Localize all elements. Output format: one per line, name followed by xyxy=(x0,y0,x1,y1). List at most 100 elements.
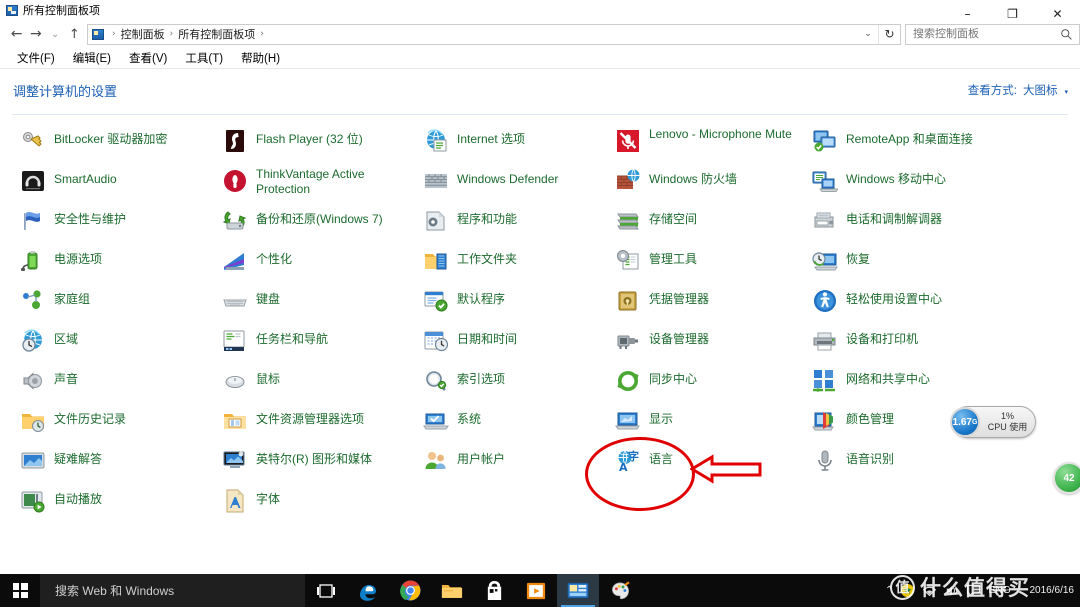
movies-tv-icon[interactable] xyxy=(515,574,557,607)
control-panel-item[interactable]: 备份和还原(Windows 7) xyxy=(222,207,418,245)
control-panel-item[interactable]: ThinkVantage Active Protection xyxy=(222,167,418,205)
control-panel-icon xyxy=(6,4,18,16)
action-center-icon[interactable] xyxy=(966,583,981,598)
view-by-control[interactable]: 查看方式: 大图标 ▾ xyxy=(968,82,1068,98)
control-panel-item[interactable]: 英特尔(R) 图形和媒体 xyxy=(222,447,418,485)
speech-recognition-icon xyxy=(812,448,838,474)
region-clock-globe-icon xyxy=(20,328,46,354)
control-panel-item-label: 轻松使用设置中心 xyxy=(846,292,943,306)
control-panel-item[interactable]: 用户帐户 xyxy=(423,447,619,485)
thinkvantage-icon xyxy=(222,168,248,194)
power-options-icon xyxy=(20,248,46,274)
control-panel-item-label: 字体 xyxy=(256,492,281,506)
control-panel-item[interactable]: 默认程序 xyxy=(423,287,619,325)
control-panel-item[interactable]: Windows 防火墙 xyxy=(615,167,811,205)
start-button[interactable] xyxy=(0,574,40,607)
control-panel-item[interactable]: RemoteApp 和桌面连接 xyxy=(812,127,1008,165)
control-panel-item[interactable]: Lenovo - Microphone Mute xyxy=(615,127,811,165)
input-language-indicator[interactable]: ENG xyxy=(988,585,1011,596)
breadcrumb-item-0[interactable]: 控制面板 xyxy=(121,26,165,42)
control-panel-item[interactable]: 网络和共享中心 xyxy=(812,367,1008,405)
control-panel-item[interactable]: 日期和时间 xyxy=(423,327,619,365)
control-panel-item-label: ThinkVantage Active Protection xyxy=(256,167,365,196)
back-icon[interactable]: ← xyxy=(7,23,26,45)
system-icon xyxy=(423,408,449,434)
control-panel-item[interactable]: 索引选项 xyxy=(423,367,619,405)
control-panel-item[interactable]: 鼠标 xyxy=(222,367,418,405)
menu-help[interactable]: 帮助(H) xyxy=(232,48,289,68)
refresh-icon[interactable]: ↻ xyxy=(878,24,900,44)
up-icon[interactable]: ↑ xyxy=(65,23,84,45)
chevron-down-icon[interactable]: ▾ xyxy=(1064,88,1068,96)
control-panel-item[interactable]: 电源选项 xyxy=(20,247,216,285)
control-panel-item[interactable]: 区域 xyxy=(20,327,216,365)
memory-value: 1.67 xyxy=(952,416,972,428)
file-explorer-options-icon xyxy=(222,408,248,434)
control-panel-item[interactable]: 电话和调制解调器 xyxy=(812,207,1008,245)
control-panel-item[interactable]: 疑难解答 xyxy=(20,447,216,485)
control-panel-item[interactable]: 轻松使用设置中心 xyxy=(812,287,1008,325)
edge-icon[interactable] xyxy=(347,574,389,607)
control-panel-item[interactable]: 键盘 xyxy=(222,287,418,325)
control-panel-item[interactable]: 声音 xyxy=(20,367,216,405)
control-panel-item[interactable]: 个性化 xyxy=(222,247,418,285)
control-panel-item[interactable]: 语音识别 xyxy=(812,447,1008,485)
address-bar[interactable]: › 控制面板 › 所有控制面板项 › ⌄ ↻ xyxy=(87,23,901,45)
control-panel-item[interactable]: 安全性与维护 xyxy=(20,207,216,245)
control-panel-item[interactable]: 显示 xyxy=(615,407,811,445)
menu-view[interactable]: 查看(V) xyxy=(120,48,176,68)
control-panel-item[interactable]: 设备管理器 xyxy=(615,327,811,365)
taskbar-search-box[interactable]: 搜索 Web 和 Windows xyxy=(40,574,305,607)
control-panel-item[interactable]: Flash Player (32 位) xyxy=(222,127,418,165)
control-panel-item[interactable]: 工作文件夹 xyxy=(423,247,619,285)
control-panel-item-label: 索引选项 xyxy=(457,372,506,386)
control-panel-item[interactable]: 程序和功能 xyxy=(423,207,619,245)
control-panel-item[interactable]: 文件历史记录 xyxy=(20,407,216,445)
clock-date[interactable]: 2016/6/16 xyxy=(1018,585,1075,597)
volume-icon[interactable] xyxy=(944,583,959,598)
control-panel-item[interactable]: 设备和打印机 xyxy=(812,327,1008,365)
control-panel-item[interactable]: 文件资源管理器选项 xyxy=(222,407,418,445)
forward-icon[interactable]: → xyxy=(26,23,45,45)
cpu-monitor-widget[interactable]: 1.67 G 1% CPU 使用 xyxy=(950,406,1036,438)
control-panel-window: 所有控制面板项 – ❐ ✕ ← → ⌄ ↑ › 控制面板 › 所有控制面板项 ›… xyxy=(0,0,1080,607)
show-hidden-icons-icon[interactable]: ⌃ xyxy=(885,585,893,596)
address-dropdown-icon[interactable]: ⌄ xyxy=(858,25,878,44)
control-panel-item[interactable]: SmartAudio xyxy=(20,167,216,205)
taskbar-control-panel-icon[interactable] xyxy=(557,574,599,607)
control-panel-item[interactable]: 自动播放 xyxy=(20,487,216,525)
control-panel-item[interactable]: 任务栏和导航 xyxy=(222,327,418,365)
paint-icon[interactable] xyxy=(599,574,641,607)
control-panel-item-label: Windows 防火墙 xyxy=(649,172,738,186)
control-panel-item[interactable]: 字体 xyxy=(222,487,418,525)
control-panel-item[interactable]: 凭据管理器 xyxy=(615,287,811,325)
control-panel-item[interactable]: Internet 选项 xyxy=(423,127,619,165)
menu-edit[interactable]: 编辑(E) xyxy=(64,48,120,68)
control-panel-item[interactable]: 恢复 xyxy=(812,247,1008,285)
shield-update-icon[interactable] xyxy=(900,583,915,598)
control-panel-item[interactable]: 家庭组 xyxy=(20,287,216,325)
control-panel-item[interactable]: Windows 移动中心 xyxy=(812,167,1008,205)
control-panel-item[interactable]: 存储空间 xyxy=(615,207,811,245)
control-panel-item-label: 个性化 xyxy=(256,252,293,266)
temperature-badge[interactable]: 42 xyxy=(1053,462,1080,494)
breadcrumb-item-1[interactable]: 所有控制面板项 xyxy=(178,26,255,42)
chrome-icon[interactable] xyxy=(389,574,431,607)
control-panel-item-label: 安全性与维护 xyxy=(54,212,127,226)
recent-locations-icon[interactable]: ⌄ xyxy=(46,23,65,45)
task-view-icon[interactable] xyxy=(305,574,347,607)
control-panel-item[interactable]: 同步中心 xyxy=(615,367,811,405)
control-panel-item[interactable]: Windows Defender xyxy=(423,167,619,205)
control-panel-item[interactable]: 管理工具 xyxy=(615,247,811,285)
store-icon[interactable] xyxy=(473,574,515,607)
internet-options-icon xyxy=(423,128,449,154)
network-wifi-icon[interactable] xyxy=(922,583,937,598)
menu-tools[interactable]: 工具(T) xyxy=(176,48,232,68)
control-panel-item[interactable]: BitLocker 驱动器加密 xyxy=(20,127,216,165)
menu-file[interactable]: 文件(F) xyxy=(8,48,64,68)
search-box[interactable] xyxy=(905,23,1080,45)
search-input[interactable] xyxy=(913,28,1061,40)
view-by-value[interactable]: 大图标 xyxy=(1023,82,1058,98)
control-panel-item[interactable]: 系统 xyxy=(423,407,619,445)
file-explorer-icon[interactable] xyxy=(431,574,473,607)
